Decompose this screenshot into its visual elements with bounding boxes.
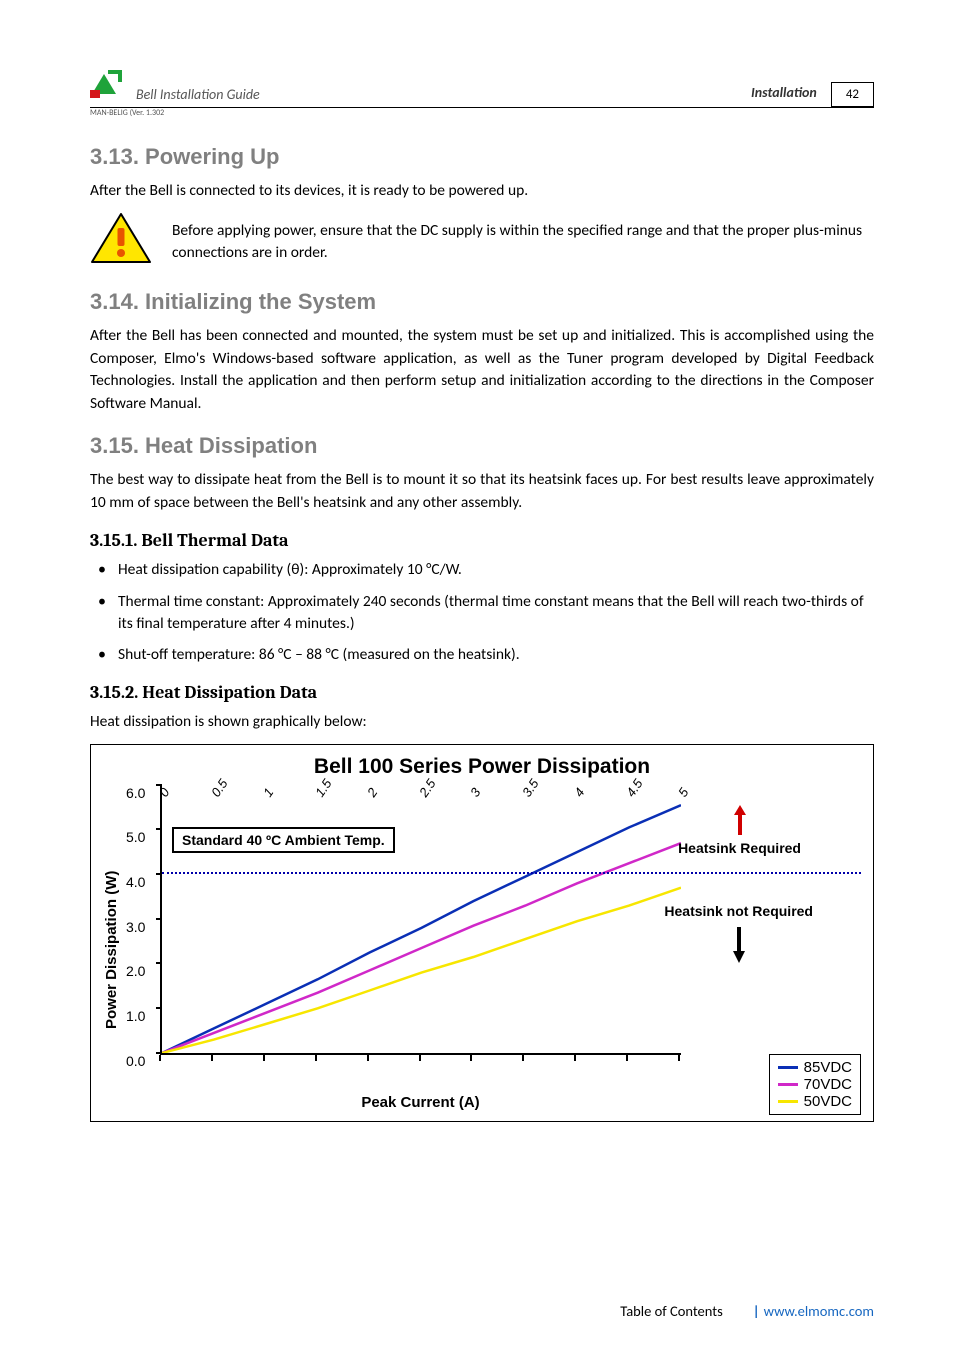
website-link[interactable]: www.elmomc.com: [764, 1302, 874, 1320]
y-tick-label: 5.0: [126, 829, 145, 845]
elmo-logo-icon: [90, 70, 126, 103]
heading-3-15-2: 3.15.2. Heat Dissipation Data: [90, 682, 874, 703]
y-tick-label: 4.0: [126, 874, 145, 890]
para-3-15: The best way to dissipate heat from the …: [90, 469, 874, 514]
header-left: Bell Installation Guide: [90, 70, 260, 103]
page-number: 42: [831, 82, 874, 107]
y-tick-label: 2.0: [126, 963, 145, 979]
legend-item: 70VDC: [778, 1076, 852, 1093]
bullet-item: Thermal time constant: Approximately 240…: [90, 591, 874, 634]
legend-item: 50VDC: [778, 1093, 852, 1110]
warning-block: Before applying power, ensure that the D…: [90, 212, 874, 271]
para-3-13: After the Bell is connected to its devic…: [90, 180, 874, 202]
y-axis-label: Power Dissipation (W): [103, 785, 120, 1115]
bullet-item: Shut-off temperature: 86 °C – 88 °C (mea…: [90, 644, 874, 666]
warning-text: Before applying power, ensure that the D…: [172, 220, 874, 265]
doc-id: MAN-BELIG (Ver. 1.302: [90, 108, 874, 118]
guide-title: Bell Installation Guide: [136, 86, 260, 103]
bullet-list-3-15-1: Heat dissipation capability (θ): Approxi…: [90, 559, 874, 666]
footer-divider: |: [753, 1302, 760, 1320]
warning-icon: [90, 212, 152, 271]
chart-title: Bell 100 Series Power Dissipation: [103, 755, 861, 779]
y-tick-label: 6.0: [126, 785, 145, 801]
y-tick-label: 1.0: [126, 1008, 145, 1024]
page-header: Bell Installation Guide Installation 42: [90, 70, 874, 103]
para-3-15-2: Heat dissipation is shown graphically be…: [90, 711, 874, 733]
para-3-14: After the Bell has been connected and mo…: [90, 325, 874, 415]
heading-3-15: 3.15. Heat Dissipation: [90, 433, 874, 459]
chart-legend: 85VDC70VDC50VDC: [769, 1054, 861, 1115]
y-tick-label: 0.0: [126, 1053, 145, 1069]
heading-3-14: 3.14. Initializing the System: [90, 289, 874, 315]
bullet-item: Heat dissipation capability (θ): Approxi…: [90, 559, 874, 581]
heading-3-13: 3.13. Powering Up: [90, 144, 874, 170]
chart-container: Bell 100 Series Power Dissipation Power …: [90, 744, 874, 1122]
x-axis-label: Peak Current (A): [160, 1094, 681, 1111]
plot-wrap: Standard 40 ºC Ambient Temp. 0.01.02.03.…: [120, 785, 861, 1115]
heading-3-15-1: 3.15.1. Bell Thermal Data: [90, 530, 874, 551]
page-footer: Table of Contents |www.elmomc.com: [90, 1302, 874, 1320]
chart-body: Power Dissipation (W) Standard 40 ºC Amb…: [103, 785, 861, 1115]
section-name: Installation: [751, 84, 817, 101]
toc-link[interactable]: Table of Contents: [620, 1302, 722, 1320]
y-tick-label: 3.0: [126, 919, 145, 935]
legend-item: 85VDC: [778, 1059, 852, 1076]
